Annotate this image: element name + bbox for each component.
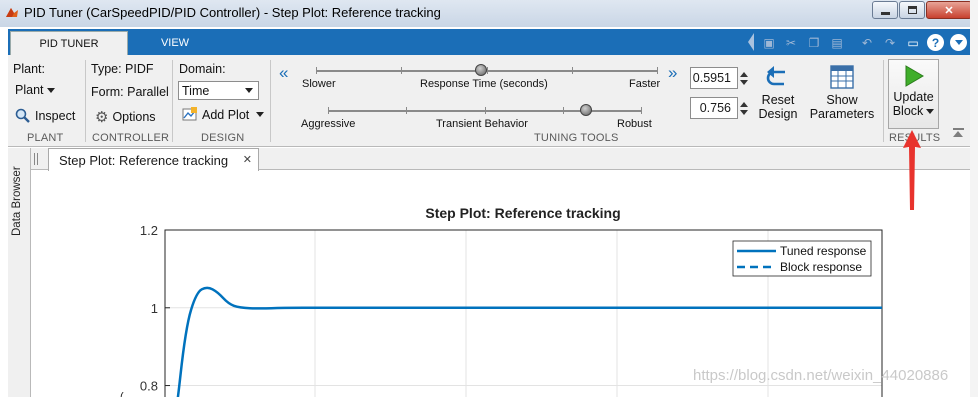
chart-title: Step Plot: Reference tracking [425,205,620,221]
y-tick-label: 1 [151,301,158,316]
y-tick-label: 1.2 [140,223,158,238]
pid-tuner-window: PID Tuner (CarSpeedPID/PID Controller) -… [0,0,978,397]
watermark-text: https://blog.csdn.net/weixin_44020886 [693,367,949,384]
window-right-edge [970,0,978,397]
y-axis-label-fragment: ( [120,391,124,397]
legend-tuned-label: Tuned response [780,244,867,258]
annotation-arrow-icon [903,130,921,210]
chart-legend: Tuned response Block response [732,240,872,277]
legend-block-label: Block response [780,260,862,274]
step-plot-chart: Step Plot: Reference tracking 1.2 1 0.8 Tu… [120,205,883,397]
y-tick-label: 0.8 [140,379,158,394]
